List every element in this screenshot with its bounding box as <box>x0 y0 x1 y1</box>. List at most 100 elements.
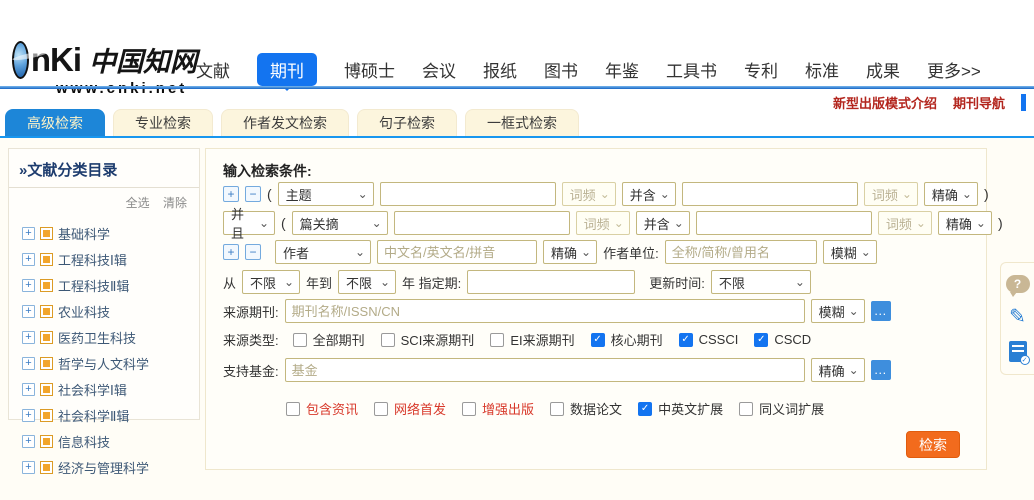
expand-icon[interactable]: + <box>22 305 35 318</box>
tab-author-search[interactable]: 作者发文检索 <box>221 109 349 136</box>
source-type-checkbox[interactable]: ✓ <box>678 332 693 347</box>
contain-operator-select[interactable]: 并含 ⌄ <box>635 211 690 235</box>
category-item[interactable]: + 基础科学 <box>22 224 199 243</box>
option-checkbox[interactable]: ✓ <box>286 401 300 416</box>
select-all-link[interactable]: 全选 <box>126 196 150 210</box>
nav-item-conference[interactable]: 会议 <box>422 57 456 82</box>
remove-row-button[interactable]: − <box>245 244 261 260</box>
option-checkbox[interactable]: ✓ <box>550 401 565 416</box>
clear-link[interactable]: 清除 <box>163 196 187 210</box>
option-checkbox[interactable]: ✓ <box>462 401 477 416</box>
category-item[interactable]: + 哲学与人文科学 <box>22 354 199 373</box>
category-item[interactable]: + 工程科技Ⅰ辑 <box>22 250 199 269</box>
category-checkbox[interactable] <box>40 409 53 422</box>
tab-advanced-search[interactable]: 高级检索 <box>5 109 105 136</box>
option-checkbox[interactable]: ✓ <box>739 401 754 416</box>
category-item[interactable]: + 农业科技 <box>22 302 199 321</box>
category-item[interactable]: + 社会科学Ⅱ辑 <box>22 406 199 425</box>
nav-item-theses[interactable]: 博硕士 <box>344 57 395 82</box>
expand-icon[interactable]: + <box>22 461 35 474</box>
expand-icon[interactable]: + <box>22 409 35 422</box>
expand-icon[interactable]: + <box>22 227 35 240</box>
journal-picker-button[interactable]: … <box>870 301 891 321</box>
nav-item-literature[interactable]: 文献 <box>196 57 230 82</box>
category-checkbox[interactable] <box>40 279 53 292</box>
category-checkbox[interactable] <box>40 383 53 396</box>
journal-navigation-link[interactable]: 期刊导航 <box>953 93 1005 112</box>
nav-item-standard[interactable]: 标准 <box>805 57 839 82</box>
search-button[interactable]: 检索 <box>906 431 960 458</box>
category-item[interactable]: + 医药卫生科技 <box>22 328 199 347</box>
search-term-input-2a[interactable] <box>393 211 570 235</box>
source-type-checkbox[interactable]: ✓ <box>590 332 605 347</box>
match-mode-select[interactable]: 精确 ⌄ <box>923 182 978 206</box>
category-checkbox[interactable] <box>40 227 53 240</box>
expand-icon[interactable]: + <box>22 253 35 266</box>
add-row-button[interactable]: + <box>223 244 239 260</box>
match-mode-select[interactable]: 模糊 ⌄ <box>822 240 877 264</box>
tab-sentence-search[interactable]: 句子检索 <box>357 109 457 136</box>
source-type-checkbox[interactable]: ✓ <box>380 332 395 347</box>
expand-icon[interactable]: + <box>22 279 35 292</box>
nav-item-patent[interactable]: 专利 <box>744 57 778 82</box>
to-year-select[interactable]: 不限 ⌄ <box>338 270 397 294</box>
fund-input[interactable] <box>284 358 805 382</box>
add-row-button[interactable]: + <box>223 186 239 202</box>
nav-item-newspaper[interactable]: 报纸 <box>483 57 517 82</box>
field-select-abstract[interactable]: 篇关摘 ⌄ <box>291 211 388 235</box>
fund-picker-button[interactable]: … <box>870 360 891 380</box>
expand-icon[interactable]: + <box>22 383 35 396</box>
issue-input[interactable] <box>467 270 636 294</box>
category-checkbox[interactable] <box>40 253 53 266</box>
pencil-icon[interactable]: ✎ <box>1009 307 1026 327</box>
category-checkbox[interactable] <box>40 357 53 370</box>
source-type-checkbox[interactable]: ✓ <box>490 332 505 347</box>
search-term-input-2b[interactable] <box>695 211 872 235</box>
match-mode-select[interactable]: 精确 ⌄ <box>810 358 865 382</box>
category-item[interactable]: + 信息科技 <box>22 432 199 451</box>
tab-professional-search[interactable]: 专业检索 <box>113 109 213 136</box>
category-checkbox[interactable] <box>40 461 53 474</box>
expand-icon[interactable]: + <box>22 331 35 344</box>
word-frequency-select[interactable]: 词频 ⌄ <box>561 182 616 206</box>
nav-item-yearbook[interactable]: 年鉴 <box>605 57 639 82</box>
expand-icon[interactable]: + <box>22 435 35 448</box>
source-type-checkbox[interactable]: ✓ <box>292 332 307 347</box>
publish-mode-link[interactable]: 新型出版模式介绍 <box>833 93 937 112</box>
author-unit-input[interactable] <box>664 240 817 264</box>
match-mode-select[interactable]: 模糊 ⌄ <box>810 299 865 323</box>
option-checkbox[interactable]: ✓ <box>638 401 653 416</box>
tab-onebox-search[interactable]: 一框式检索 <box>465 109 579 136</box>
option-checkbox[interactable]: ✓ <box>374 401 389 416</box>
source-journal-input[interactable] <box>284 299 805 323</box>
nav-item-more[interactable]: 更多>> <box>927 57 981 82</box>
category-item[interactable]: + 社会科学Ⅰ辑 <box>22 380 199 399</box>
source-type-checkbox[interactable]: ✓ <box>754 332 769 347</box>
help-icon[interactable]: ? <box>1005 275 1030 297</box>
expand-icon[interactable]: + <box>22 357 35 370</box>
nav-item-books[interactable]: 图书 <box>544 57 578 82</box>
contain-operator-select[interactable]: 并含 ⌄ <box>621 182 676 206</box>
from-year-select[interactable]: 不限 ⌄ <box>242 270 301 294</box>
category-item[interactable]: + 经济与管理科学 <box>22 458 199 477</box>
category-checkbox[interactable] <box>40 435 53 448</box>
field-select-topic[interactable]: 主题 ⌄ <box>277 182 374 206</box>
word-frequency-select[interactable]: 词频 ⌄ <box>877 211 932 235</box>
survey-icon[interactable]: ✓ <box>1008 341 1030 365</box>
search-term-input-1a[interactable] <box>379 182 556 206</box>
category-item[interactable]: + 工程科技Ⅱ辑 <box>22 276 199 295</box>
nav-item-achievement[interactable]: 成果 <box>866 57 900 82</box>
update-time-select[interactable]: 不限 ⌄ <box>710 270 811 294</box>
nav-item-journal[interactable]: 期刊 <box>257 53 317 91</box>
category-checkbox[interactable] <box>40 305 53 318</box>
logic-operator-select[interactable]: 并且 ⌄ <box>223 207 275 241</box>
search-term-input-1b[interactable] <box>681 182 858 206</box>
remove-row-button[interactable]: − <box>245 186 261 202</box>
nav-item-reference[interactable]: 工具书 <box>666 57 717 82</box>
match-mode-select[interactable]: 精确 ⌄ <box>937 211 992 235</box>
match-mode-select[interactable]: 精确 ⌄ <box>543 240 598 264</box>
author-name-input[interactable] <box>377 240 537 264</box>
field-select-author[interactable]: 作者 ⌄ <box>275 240 371 264</box>
word-frequency-select[interactable]: 词频 ⌄ <box>863 182 918 206</box>
word-frequency-select[interactable]: 词频 ⌄ <box>575 211 630 235</box>
